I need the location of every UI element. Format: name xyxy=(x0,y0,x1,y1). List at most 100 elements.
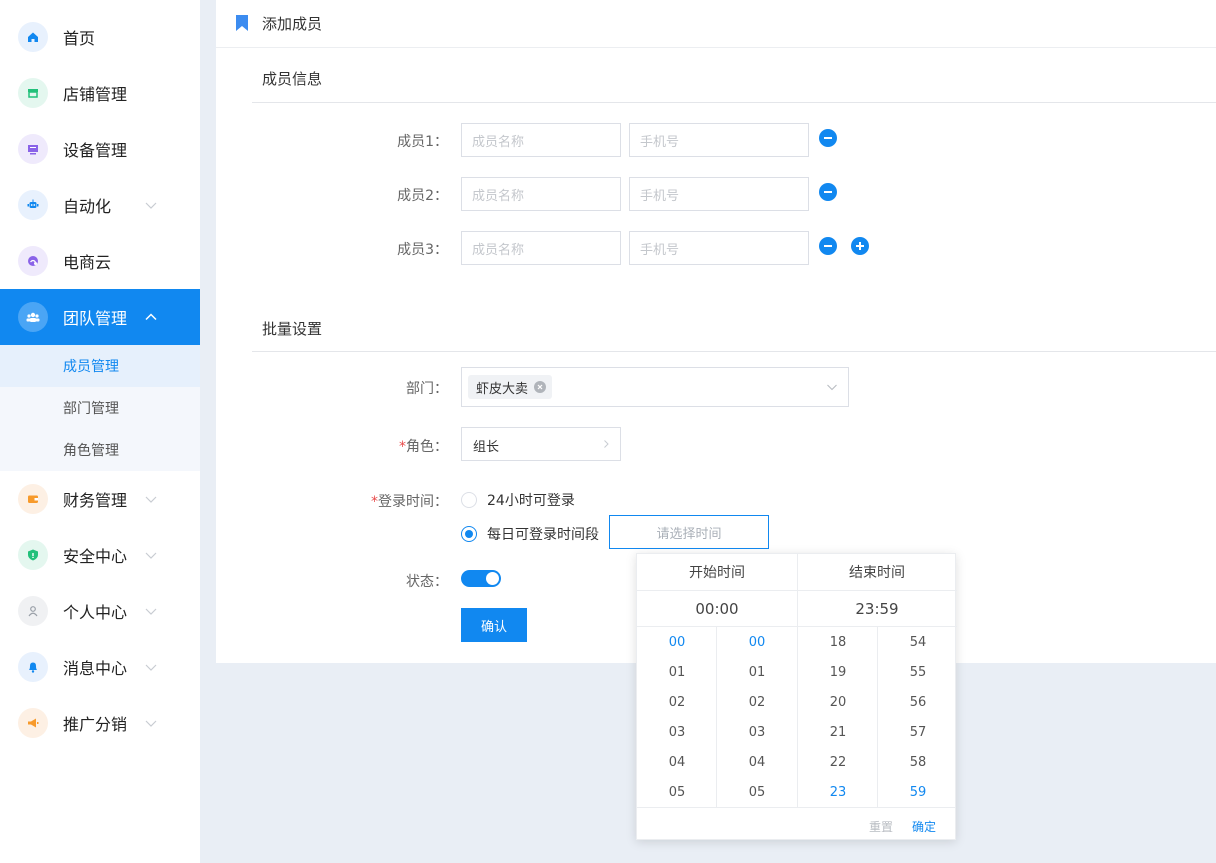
minute-option[interactable]: 55 xyxy=(878,657,958,687)
member-phone-input[interactable]: 手机号 xyxy=(629,231,809,265)
minute-option[interactable]: 02 xyxy=(717,687,797,717)
megaphone-icon xyxy=(18,708,48,738)
shield-icon xyxy=(18,540,48,570)
minute-option[interactable]: 03 xyxy=(717,717,797,747)
sidebar-item-label: 个人中心 xyxy=(63,603,128,622)
home-icon xyxy=(18,22,48,52)
hour-option[interactable]: 05 xyxy=(637,777,717,807)
sidebar-item-finance[interactable]: 财务管理 xyxy=(0,471,200,527)
radio-button[interactable] xyxy=(461,492,477,508)
sidebar-item-ecommerce-cloud[interactable]: 电商云 xyxy=(0,233,200,289)
sidebar-item-label: 店铺管理 xyxy=(63,85,128,104)
minute-option[interactable]: 05 xyxy=(717,777,797,807)
tag-close-icon[interactable] xyxy=(534,381,547,393)
bookmark-icon xyxy=(236,15,248,31)
member-name-input[interactable]: 成员名称 xyxy=(461,123,621,157)
department-tag-label: 虾皮大卖 xyxy=(476,381,529,397)
sidebar-subitem-members[interactable]: 成员管理 xyxy=(0,345,200,387)
radio-label: 24小时可登录 xyxy=(487,493,575,509)
sidebar-item-label: 消息中心 xyxy=(63,659,128,678)
end-time-title: 结束时间 xyxy=(797,554,957,591)
sidebar-item-home[interactable]: 首页 xyxy=(0,9,200,65)
minute-option[interactable]: 58 xyxy=(878,747,958,777)
login-option-24h[interactable]: 24小时可登录 xyxy=(461,490,575,510)
department-tag: 虾皮大卖 xyxy=(468,375,553,399)
hour-option[interactable]: 00 xyxy=(637,627,717,657)
sidebar-item-label: 推广分销 xyxy=(63,715,128,734)
member-label: 成员3： xyxy=(397,242,448,258)
sidebar-item-label: 设备管理 xyxy=(63,141,128,160)
hour-option[interactable]: 19 xyxy=(798,657,878,687)
store-icon xyxy=(18,78,48,108)
hour-option[interactable]: 04 xyxy=(637,747,717,777)
confirm-button[interactable]: 确认 xyxy=(461,608,527,642)
status-toggle[interactable] xyxy=(461,570,501,587)
member-name-input[interactable]: 成员名称 xyxy=(461,177,621,211)
sidebar-item-store[interactable]: 店铺管理 xyxy=(0,65,200,121)
toggle-knob xyxy=(486,572,499,585)
sidebar-item-promotion[interactable]: 推广分销 xyxy=(0,695,200,751)
hour-option[interactable]: 21 xyxy=(798,717,878,747)
role-select[interactable]: 组长 xyxy=(461,427,621,461)
bell-icon xyxy=(18,652,48,682)
minus-icon xyxy=(824,191,832,193)
member-phone-input[interactable]: 手机号 xyxy=(629,123,809,157)
sidebar-subitem-roles[interactable]: 角色管理 xyxy=(0,429,200,471)
sidebar-item-automation[interactable]: 自动化 xyxy=(0,177,200,233)
sidebar-subitem-departments[interactable]: 部门管理 xyxy=(0,387,200,429)
ok-button[interactable]: 确定 xyxy=(912,818,936,835)
divider xyxy=(252,102,1216,103)
page-header: 添加成员 xyxy=(216,0,1216,48)
time-range-picker: 开始时间 结束时间 00:00 23:59 00 01 02 03 04 05 … xyxy=(636,553,958,841)
cloud-shop-icon xyxy=(18,246,48,276)
minute-option[interactable]: 00 xyxy=(717,627,797,657)
hour-option[interactable]: 02 xyxy=(637,687,717,717)
remove-member-button[interactable] xyxy=(819,129,837,147)
minute-option[interactable]: 01 xyxy=(717,657,797,687)
end-minute-column[interactable]: 54 55 56 57 58 59 xyxy=(878,627,958,807)
sidebar-subitem-label: 部门管理 xyxy=(63,401,119,417)
minute-option[interactable]: 57 xyxy=(878,717,958,747)
hour-option[interactable]: 23 xyxy=(798,777,878,807)
chevron-down-icon xyxy=(145,202,157,209)
time-range-input[interactable]: 请选择时间 xyxy=(609,515,769,549)
minute-option[interactable]: 59 xyxy=(878,777,958,807)
hour-option[interactable]: 22 xyxy=(798,747,878,777)
reset-button[interactable]: 重置 xyxy=(869,818,893,835)
radio-button-checked[interactable] xyxy=(461,526,477,542)
sidebar-item-security[interactable]: 安全中心 xyxy=(0,527,200,583)
required-mark: * xyxy=(371,494,378,510)
device-icon xyxy=(18,134,48,164)
start-time-value: 00:00 xyxy=(637,591,797,627)
sidebar-item-messages[interactable]: 消息中心 xyxy=(0,639,200,695)
sidebar-item-team[interactable]: 团队管理 xyxy=(0,289,200,345)
chevron-down-icon xyxy=(145,720,157,727)
end-time-value: 23:59 xyxy=(797,591,957,627)
start-time-title: 开始时间 xyxy=(637,554,797,591)
status-label: 状态： xyxy=(406,574,448,590)
sidebar-item-device[interactable]: 设备管理 xyxy=(0,121,200,177)
minute-option[interactable]: 54 xyxy=(878,627,958,657)
sidebar-item-profile[interactable]: 个人中心 xyxy=(0,583,200,639)
login-option-period[interactable]: 每日可登录时间段 xyxy=(461,524,599,544)
hour-option[interactable]: 20 xyxy=(798,687,878,717)
end-hour-column[interactable]: 18 19 20 21 22 23 xyxy=(798,627,878,807)
department-select[interactable]: 虾皮大卖 xyxy=(461,367,849,407)
remove-member-button[interactable] xyxy=(819,237,837,255)
add-member-button[interactable] xyxy=(851,237,869,255)
hour-option[interactable]: 03 xyxy=(637,717,717,747)
remove-member-button[interactable] xyxy=(819,183,837,201)
picker-footer: 重置 确定 xyxy=(637,807,955,841)
hour-option[interactable]: 01 xyxy=(637,657,717,687)
minute-option[interactable]: 04 xyxy=(717,747,797,777)
minute-option[interactable]: 56 xyxy=(878,687,958,717)
sidebar-item-label: 团队管理 xyxy=(63,309,128,328)
robot-icon xyxy=(18,190,48,220)
hour-option[interactable]: 18 xyxy=(798,627,878,657)
chevron-up-icon xyxy=(145,313,157,321)
start-hour-column[interactable]: 00 01 02 03 04 05 xyxy=(637,627,717,807)
member-name-input[interactable]: 成员名称 xyxy=(461,231,621,265)
chevron-down-icon xyxy=(827,384,837,391)
start-minute-column[interactable]: 00 01 02 03 04 05 xyxy=(717,627,797,807)
member-phone-input[interactable]: 手机号 xyxy=(629,177,809,211)
